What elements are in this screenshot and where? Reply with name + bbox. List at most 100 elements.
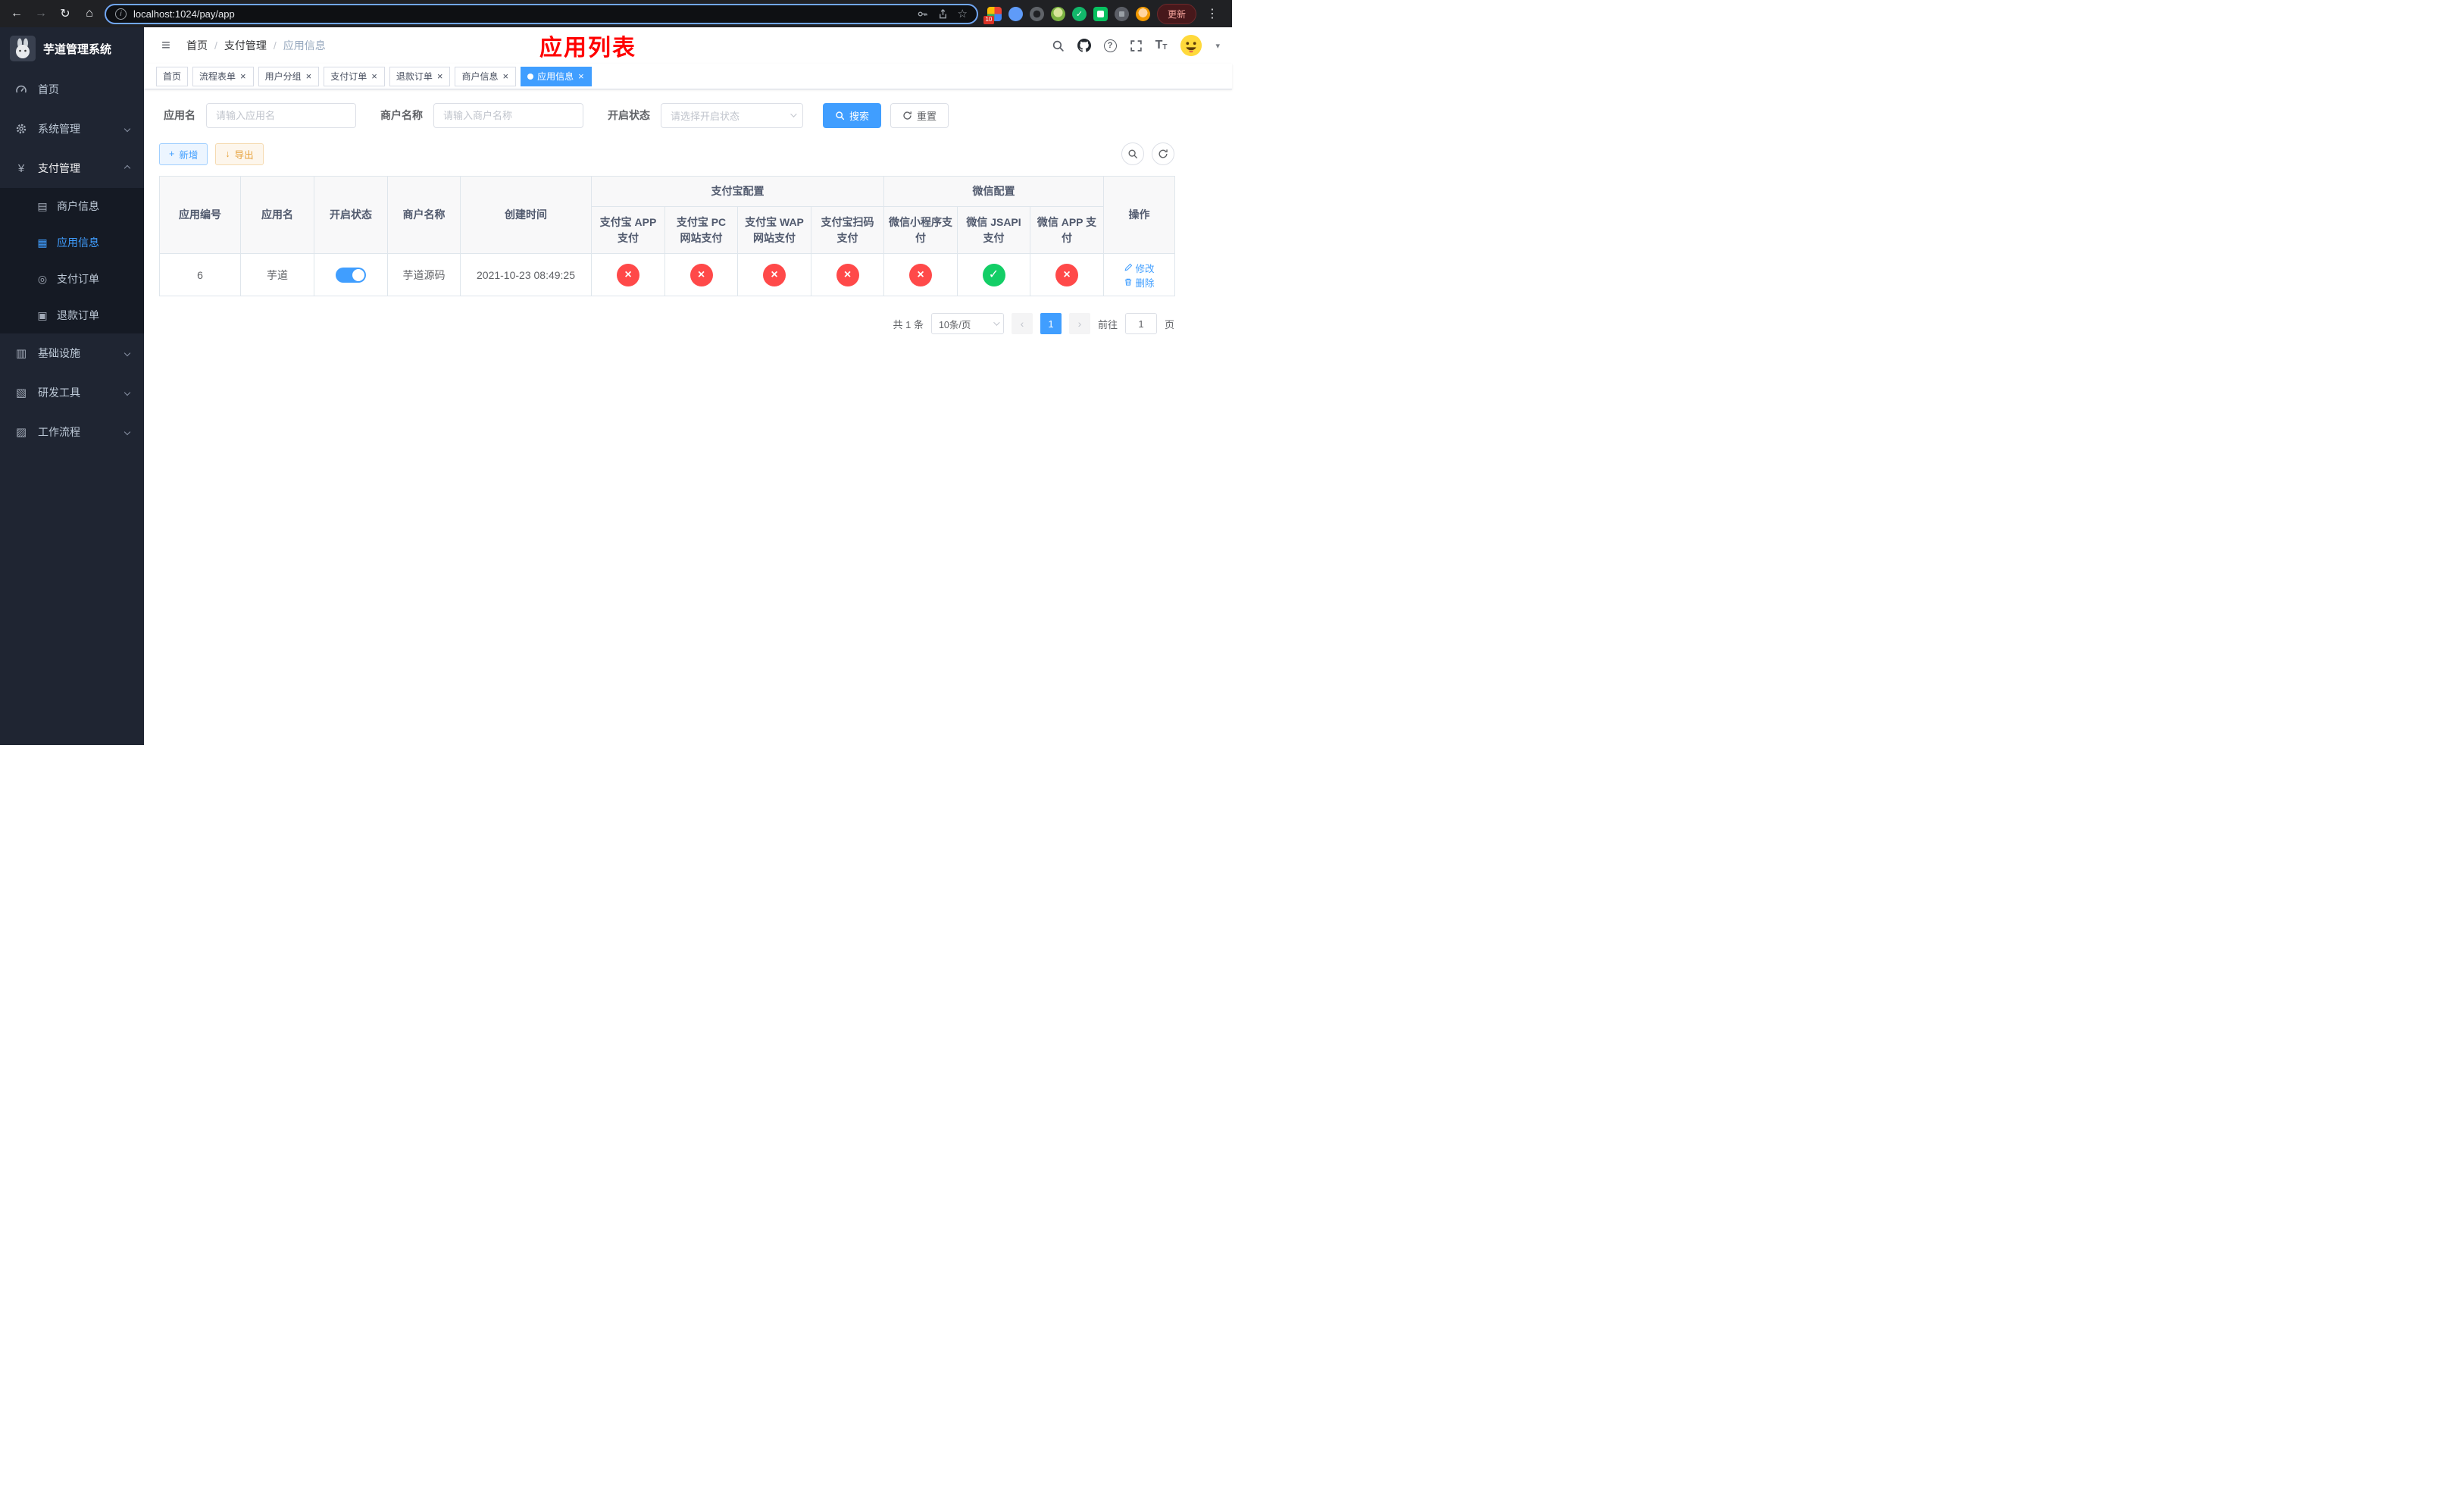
close-icon[interactable]: × [502,71,509,81]
toggle-search-button[interactable] [1121,142,1144,165]
extension-icon-5[interactable] [1071,6,1087,21]
refund-icon: ▣ [37,308,48,321]
sidebar-item-workflow[interactable]: ▨ 工作流程 [0,412,144,452]
sidebar-item-payment[interactable]: ¥ 支付管理 [0,149,144,188]
puzzle-extensions-icon[interactable] [1114,6,1129,21]
tags-view: 首页 流程表单 × 用户分组 × 支付订单 × 退款订单 × 商户信息 × 应用… [144,64,1232,89]
delete-button[interactable]: 删除 [1124,275,1155,290]
tab-process-form[interactable]: 流程表单 × [192,66,254,86]
goto-page-input[interactable] [1124,313,1157,334]
password-key-icon[interactable] [917,8,928,20]
profile-avatar-icon[interactable] [1135,6,1150,21]
home-button[interactable]: ⌂ [80,5,98,23]
status-select[interactable]: 请选择开启状态 [661,102,803,128]
search-button[interactable]: 搜索 [823,102,882,128]
extension-icon-4[interactable] [1050,6,1065,21]
sidebar-item-label: 首页 [38,83,59,95]
tab-user-group[interactable]: 用户分组 × [258,66,320,86]
status-check-icon: ✓ [982,263,1005,286]
next-page-button[interactable]: › [1068,313,1090,334]
caret-down-icon[interactable]: ▾ [1215,41,1220,51]
extension-icon-2[interactable] [1008,6,1023,21]
refresh-table-button[interactable] [1152,142,1174,165]
apps-table: 应用编号 应用名 开启状态 商户名称 创建时间 支付宝配置 微信配置 操作 支付… [159,176,1175,296]
sidebar-item-system[interactable]: 系统管理 [0,109,144,149]
cell-alipay-pc: × [664,253,738,296]
close-icon[interactable]: × [305,71,313,81]
close-icon[interactable]: × [239,71,247,81]
col-header-app-id: 应用编号 [159,176,241,254]
tab-merchant-info[interactable]: 商户信息 × [455,66,517,86]
extension-icon-3[interactable] [1029,6,1044,21]
update-button[interactable]: 更新 [1156,3,1196,24]
sidebar-item-refund-orders[interactable]: ▣ 退款订单 [0,297,144,333]
tab-home[interactable]: 首页 [156,66,189,86]
tab-label: 流程表单 [199,71,236,82]
forward-button[interactable]: → [32,5,50,23]
app-title: 芋道管理系统 [43,42,112,56]
col-header-created: 创建时间 [460,176,592,254]
group-header-wechat: 微信配置 [883,176,1104,207]
page-size-select[interactable]: 10条/页 [930,313,1004,334]
sidebar-item-dev-tools[interactable]: ▧ 研发工具 [0,373,144,412]
address-bar[interactable]: i localhost:1024/pay/app ☆ [105,3,978,24]
font-size-icon[interactable]: TT [1155,39,1168,52]
share-icon[interactable] [937,8,949,20]
reset-button[interactable]: 重置 [890,102,949,128]
infra-icon: ▥ [15,347,27,360]
status-toggle[interactable] [336,267,366,283]
page-1-button[interactable]: 1 [1040,313,1062,334]
sidebar-item-label: 基础设施 [38,347,80,359]
close-icon[interactable]: × [371,71,378,81]
reload-button[interactable]: ↻ [56,5,74,23]
breadcrumb: 首页 支付管理 应用信息 [186,38,326,53]
close-icon[interactable]: × [436,71,444,81]
col-header-actions: 操作 [1103,176,1175,254]
download-icon: ↓ [225,149,230,159]
goto-suffix: 页 [1164,318,1174,330]
col-header-alipay-pc: 支付宝 PC 网站支付 [664,206,738,254]
tools-icon: ▧ [15,387,27,399]
sidebar-item-label: 支付管理 [38,162,80,174]
chevron-down-icon [124,389,131,396]
fullscreen-icon[interactable] [1130,39,1143,52]
help-icon[interactable]: ? [1103,39,1117,52]
breadcrumb-home[interactable]: 首页 [186,38,208,53]
sidebar-collapse-icon[interactable]: ≡ [156,37,176,55]
back-button[interactable]: ← [8,5,26,23]
sidebar-item-home[interactable]: 首页 [0,70,144,109]
menu-dots-icon[interactable]: ⋮ [1203,5,1221,23]
user-avatar[interactable] [1180,34,1202,57]
site-info-icon[interactable]: i [115,8,127,20]
sidebar-item-pay-orders[interactable]: ◎ 支付订单 [0,261,144,297]
breadcrumb-payment[interactable]: 支付管理 [208,38,267,53]
merchant-name-input[interactable] [433,102,583,128]
close-icon[interactable]: × [577,71,585,81]
sidebar-item-merchant-info[interactable]: ▤ 商户信息 [0,188,144,224]
search-icon[interactable] [1052,39,1065,52]
status-cross-icon: × [909,263,932,286]
sidebar-item-label: 退款订单 [57,309,99,321]
edit-button[interactable]: 修改 [1124,261,1155,275]
extension-icon-1[interactable]: 10 [983,6,1002,24]
merchant-name-label: 商户名称 [380,109,423,121]
status-label: 开启状态 [608,109,650,121]
tab-app-info[interactable]: 应用信息 × [521,66,592,86]
sidebar-item-app-info[interactable]: ▦ 应用信息 [0,224,144,261]
export-button[interactable]: ↓ 导出 [215,142,264,165]
chevron-down-icon [124,125,131,133]
table-row: 6 芋道 芋道源码 2021-10-23 08:49:25 × × × × × … [159,253,1175,296]
tab-refund-orders[interactable]: 退款订单 × [389,66,451,86]
bookmark-icon[interactable]: ☆ [958,7,968,20]
tab-pay-orders[interactable]: 支付订单 × [324,66,385,86]
url-text[interactable]: localhost:1024/pay/app [133,8,910,20]
sidebar-item-infrastructure[interactable]: ▥ 基础设施 [0,333,144,373]
add-button[interactable]: + 新增 [159,142,208,165]
app-name-input[interactable] [206,102,356,128]
prev-page-button[interactable]: ‹ [1011,313,1033,334]
app-logo[interactable]: 芋道管理系统 [0,27,144,70]
card-icon: ▤ [37,199,48,212]
sidebar-item-label: 商户信息 [57,200,99,212]
github-icon[interactable] [1077,39,1091,52]
extension-icon-6[interactable] [1093,6,1108,21]
